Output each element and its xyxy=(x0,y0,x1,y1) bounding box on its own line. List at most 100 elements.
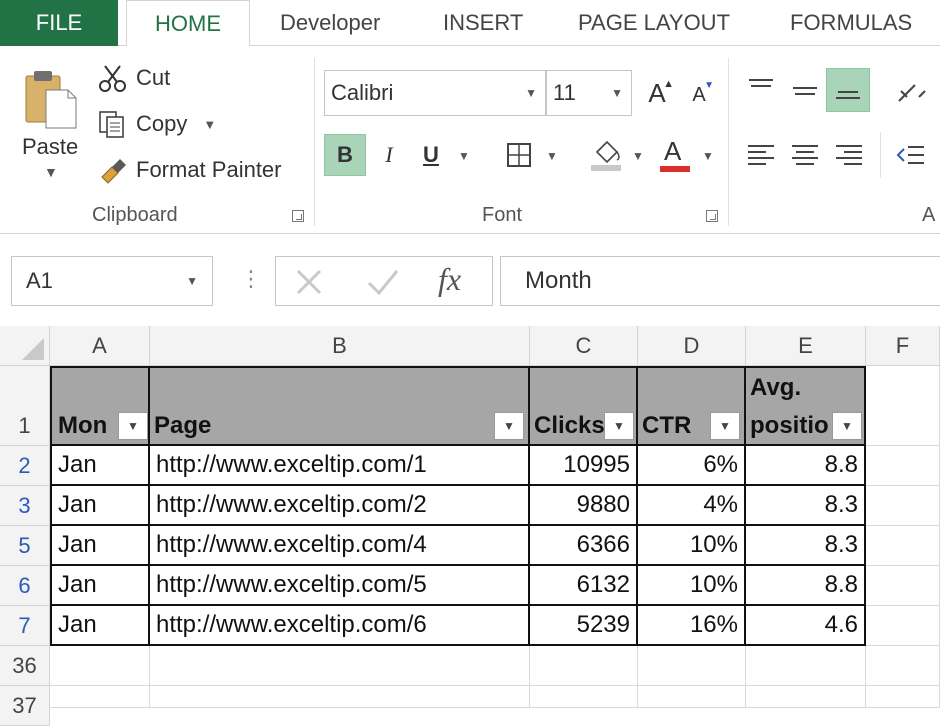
empty-cell[interactable] xyxy=(866,526,940,566)
empty-cell[interactable] xyxy=(638,646,746,686)
font-color-dropdown-icon[interactable]: ▼ xyxy=(702,149,714,163)
empty-cell[interactable] xyxy=(866,566,940,606)
align-left-button[interactable] xyxy=(742,136,780,174)
middle-align-button[interactable] xyxy=(786,72,824,110)
cell-avg-position[interactable]: 4.6 xyxy=(746,606,866,646)
row-header[interactable]: 1 xyxy=(0,366,50,446)
row-header[interactable]: 6 xyxy=(0,566,50,606)
cell-ctr[interactable]: 10% xyxy=(638,526,746,566)
shrink-font-button[interactable]: A ▼ xyxy=(684,80,714,110)
cell-clicks[interactable]: 5239 xyxy=(530,606,638,646)
cell-avg-position[interactable]: 8.8 xyxy=(746,446,866,486)
tab-formulas[interactable]: FORMULAS xyxy=(790,0,912,46)
insert-function-icon[interactable]: fx xyxy=(438,261,461,298)
font-launcher-icon[interactable] xyxy=(706,210,718,222)
empty-cell[interactable] xyxy=(866,606,940,646)
empty-cell[interactable] xyxy=(866,646,940,686)
bottom-align-button[interactable] xyxy=(826,68,870,112)
empty-cell[interactable] xyxy=(638,686,746,708)
filter-active-icon[interactable]: ▼ xyxy=(118,412,148,440)
cell-month[interactable]: Jan xyxy=(50,566,150,606)
tab-page-layout[interactable]: PAGE LAYOUT xyxy=(578,0,730,46)
orientation-button[interactable] xyxy=(890,72,930,112)
top-align-button[interactable] xyxy=(742,68,780,106)
cell-page[interactable]: http://www.exceltip.com/1 xyxy=(150,446,530,486)
empty-cell[interactable] xyxy=(150,646,530,686)
tab-file[interactable]: FILE xyxy=(0,0,118,46)
borders-button[interactable] xyxy=(502,134,536,176)
cell-clicks[interactable]: 6366 xyxy=(530,526,638,566)
empty-cell[interactable] xyxy=(530,686,638,708)
empty-cell[interactable] xyxy=(150,686,530,708)
select-all-button[interactable] xyxy=(0,326,50,366)
format-painter-button[interactable]: Format Painter xyxy=(96,154,282,186)
fill-color-button[interactable] xyxy=(586,132,626,176)
column-header-f[interactable]: F xyxy=(866,326,940,366)
cell-month[interactable]: Jan xyxy=(50,446,150,486)
column-header-c[interactable]: C xyxy=(530,326,638,366)
cell-ctr[interactable]: 16% xyxy=(638,606,746,646)
formula-input[interactable]: Month xyxy=(500,256,940,306)
empty-cell[interactable] xyxy=(50,646,150,686)
header-cell-page[interactable]: Page ▼ xyxy=(150,366,530,446)
cut-button[interactable]: Cut xyxy=(96,62,170,94)
column-header-e[interactable]: E xyxy=(746,326,866,366)
cell-clicks[interactable]: 9880 xyxy=(530,486,638,526)
column-header-b[interactable]: B xyxy=(150,326,530,366)
cell-clicks[interactable]: 10995 xyxy=(530,446,638,486)
empty-cell[interactable] xyxy=(746,686,866,708)
align-right-button[interactable] xyxy=(830,136,868,174)
header-cell-clicks[interactable]: Clicks ▼ xyxy=(530,366,638,446)
name-box[interactable]: A1 ▼ xyxy=(11,256,213,306)
filter-dropdown-icon[interactable]: ▼ xyxy=(710,412,740,440)
cell-page[interactable]: http://www.exceltip.com/6 xyxy=(150,606,530,646)
filter-dropdown-icon[interactable]: ▼ xyxy=(494,412,524,440)
cell-month[interactable]: Jan xyxy=(50,606,150,646)
filter-dropdown-icon[interactable]: ▼ xyxy=(604,412,634,440)
cell-month[interactable]: Jan xyxy=(50,526,150,566)
cell-ctr[interactable]: 6% xyxy=(638,446,746,486)
header-cell-month[interactable]: Mon ▼ xyxy=(50,366,150,446)
empty-cell[interactable] xyxy=(866,446,940,486)
decrease-indent-button[interactable] xyxy=(890,136,930,174)
cell-month[interactable]: Jan xyxy=(50,486,150,526)
column-header-a[interactable]: A xyxy=(50,326,150,366)
cell-page[interactable]: http://www.exceltip.com/5 xyxy=(150,566,530,606)
more-options-icon[interactable]: ⋮ xyxy=(240,264,262,294)
empty-cell[interactable] xyxy=(866,366,940,446)
tab-developer[interactable]: Developer xyxy=(280,0,380,46)
empty-cell[interactable] xyxy=(866,486,940,526)
cell-avg-position[interactable]: 8.8 xyxy=(746,566,866,606)
empty-cell[interactable] xyxy=(530,646,638,686)
fill-color-dropdown-icon[interactable]: ▼ xyxy=(632,149,644,163)
enter-check-icon[interactable] xyxy=(366,267,400,297)
paste-dropdown-icon[interactable]: ▼ xyxy=(44,164,58,180)
row-header[interactable]: 3 xyxy=(0,486,50,526)
cell-page[interactable]: http://www.exceltip.com/4 xyxy=(150,526,530,566)
cancel-icon[interactable] xyxy=(294,267,324,297)
cell-avg-position[interactable]: 8.3 xyxy=(746,486,866,526)
empty-cell[interactable] xyxy=(50,686,150,708)
underline-dropdown-icon[interactable]: ▼ xyxy=(458,149,470,163)
cell-avg-position[interactable]: 8.3 xyxy=(746,526,866,566)
italic-button[interactable]: I xyxy=(372,134,406,176)
font-color-button[interactable]: A xyxy=(656,132,692,176)
cell-page[interactable]: http://www.exceltip.com/2 xyxy=(150,486,530,526)
tab-insert[interactable]: INSERT xyxy=(443,0,523,46)
row-header[interactable]: 7 xyxy=(0,606,50,646)
cell-ctr[interactable]: 4% xyxy=(638,486,746,526)
tab-home[interactable]: HOME xyxy=(126,0,250,47)
font-size-select[interactable]: 11 ▼ xyxy=(546,70,632,116)
clipboard-launcher-icon[interactable] xyxy=(292,210,304,222)
row-header[interactable]: 36 xyxy=(0,646,50,686)
bold-button[interactable]: B xyxy=(324,134,366,176)
borders-dropdown-icon[interactable]: ▼ xyxy=(546,149,558,163)
header-cell-ctr[interactable]: CTR ▼ xyxy=(638,366,746,446)
row-header[interactable]: 2 xyxy=(0,446,50,486)
copy-button[interactable]: Copy ▼ xyxy=(96,108,216,140)
underline-button[interactable]: U xyxy=(414,134,448,176)
empty-cell[interactable] xyxy=(866,686,940,708)
copy-dropdown-icon[interactable]: ▼ xyxy=(203,117,216,132)
row-header[interactable]: 37 xyxy=(0,686,50,726)
row-header[interactable]: 5 xyxy=(0,526,50,566)
